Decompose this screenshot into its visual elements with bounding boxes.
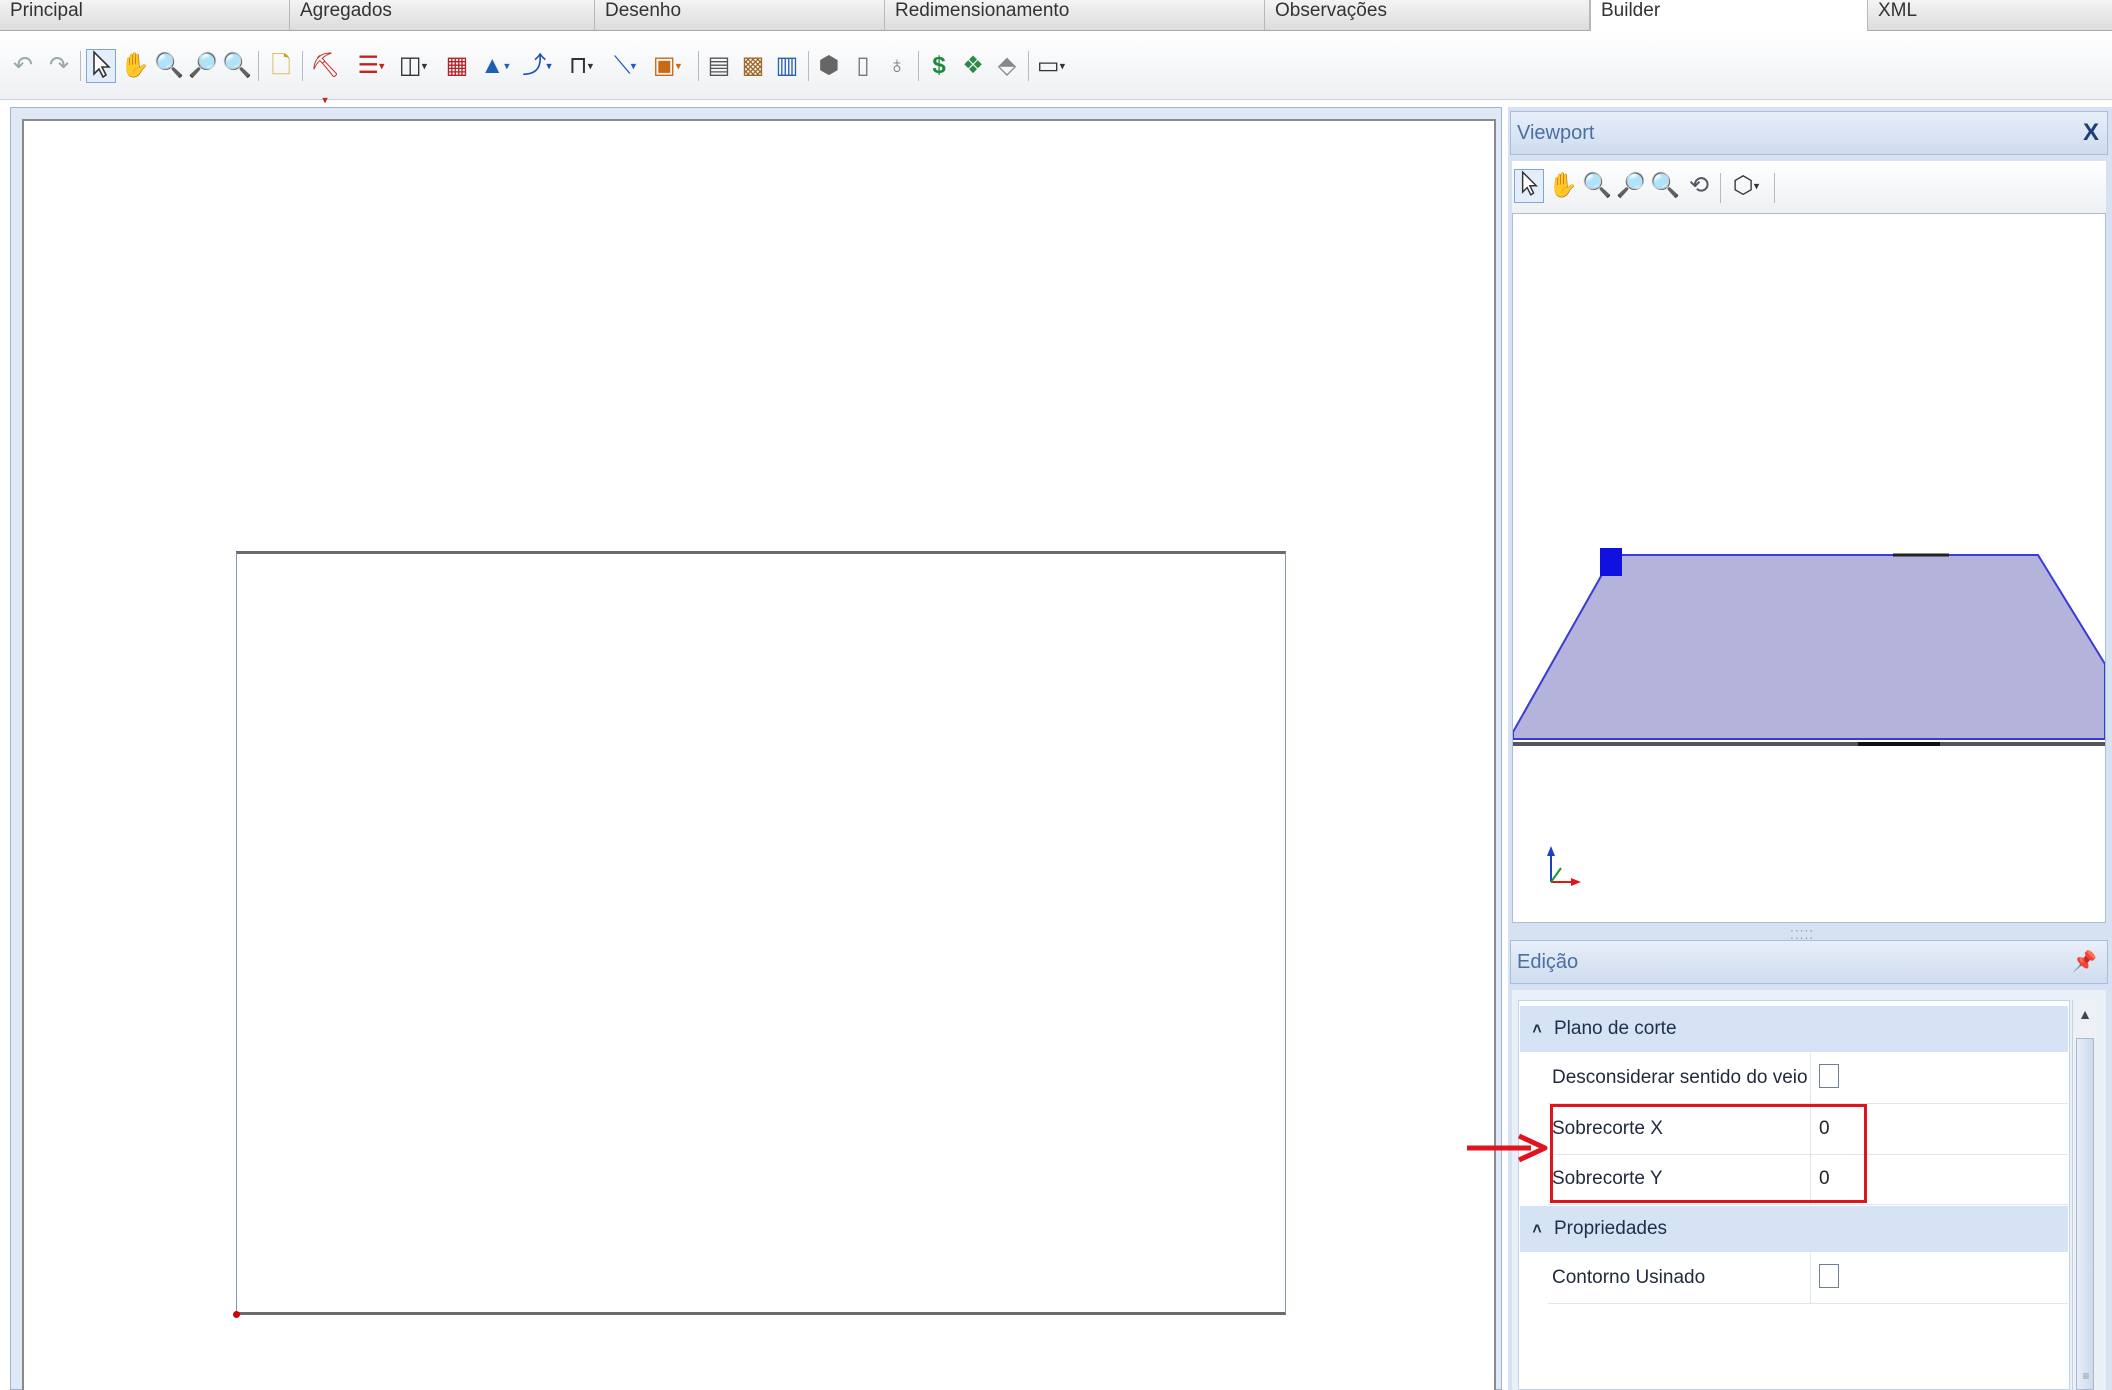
zoom-extents-icon[interactable]: 🔍 xyxy=(222,49,252,83)
viewport-zoom-window-icon[interactable]: 🔎 xyxy=(1616,169,1646,203)
viewport-toolbar: ✋ 🔍 🔎 🔍 ⟲ ⬡▾ xyxy=(1512,161,2106,214)
undo-icon[interactable]: ↶ xyxy=(8,49,38,83)
property-name: Desconsiderar sentido do veio (... xyxy=(1552,1067,1808,1088)
select-pointer-icon[interactable] xyxy=(86,49,116,83)
box-3d-icon[interactable]: ⬢ xyxy=(814,49,844,83)
drill-tool-icon[interactable]: ⛏▾ xyxy=(310,49,340,107)
viewport-zoom-extents-icon[interactable]: 🔍 xyxy=(1650,169,1680,203)
vertical-split-icon[interactable]: ◫▾ xyxy=(398,49,428,83)
annotation-highlight-box xyxy=(1550,1104,1867,1203)
horizontal-split-icon[interactable]: ☰▾ xyxy=(356,49,386,83)
builder-toolbar: ↶ ↷ ✋ 🔍 🔎 🔍 🗋 ⛏▾ ☰▾ ◫▾ ▦ ▲▾ ⤴▾ ⊓▾ ⟍▾ ▣▾ … xyxy=(0,31,2112,107)
layout-icon[interactable]: ▭▾ xyxy=(1036,49,1066,83)
edicao-header: Edição 📌 xyxy=(1510,940,2108,984)
category-propriedades[interactable]: ˄ Propriedades xyxy=(1520,1206,2068,1252)
category-label: Propriedades xyxy=(1554,1218,1668,1239)
panel-outline[interactable] xyxy=(236,551,1286,1315)
category-plano-de-corte[interactable]: ˄ Plano de corte xyxy=(1520,1006,2068,1052)
viewport-pan-hand-icon[interactable]: ✋ xyxy=(1548,169,1578,203)
property-row-desconsiderar-veio[interactable]: Desconsiderar sentido do veio (... xyxy=(1548,1053,2068,1104)
curve-icon[interactable]: ⤴▾ xyxy=(522,49,552,83)
cash-icon[interactable]: ❖ xyxy=(958,49,988,83)
viewport-select-icon[interactable] xyxy=(1514,169,1544,203)
paint-icon[interactable]: ▲▾ xyxy=(480,49,510,83)
viewport-close-button[interactable]: X xyxy=(2083,112,2099,154)
columns-icon[interactable]: ▥ xyxy=(772,49,802,83)
tab-desenho[interactable]: Desenho xyxy=(595,0,885,30)
material-icon[interactable]: ▦ xyxy=(442,49,472,83)
line-icon[interactable]: ⟍▾ xyxy=(610,49,640,83)
contorno-usinado-checkbox[interactable] xyxy=(1819,1263,1839,1288)
scroll-thumb[interactable]: ≡ xyxy=(2076,1038,2094,1390)
scroll-up-arrow-icon[interactable]: ▲ xyxy=(2073,1006,2097,1022)
tab-redimensionamento[interactable]: Redimensionamento xyxy=(885,0,1265,30)
viewport-orbit-icon[interactable]: ⟲ xyxy=(1684,169,1714,203)
property-grid-scrollbar[interactable]: ▲ ≡ xyxy=(2072,1000,2097,1390)
desconsiderar-veio-checkbox[interactable] xyxy=(1819,1063,1839,1088)
tab-principal[interactable]: Principal xyxy=(0,0,290,30)
eraser-icon[interactable]: ⬘ xyxy=(992,49,1022,83)
tab-xml[interactable]: XML xyxy=(1868,0,2112,30)
property-name: Contorno Usinado xyxy=(1552,1267,1706,1288)
viewport-zoom-realtime-icon[interactable]: 🔍 xyxy=(1582,169,1612,203)
frame-icon[interactable]: ⊓▾ xyxy=(566,49,596,83)
grip-icon: ≡ xyxy=(2082,1369,2090,1383)
origin-point xyxy=(233,1311,240,1318)
dollar-icon[interactable]: $ xyxy=(924,49,954,83)
cabinet-icon[interactable]: ▯ xyxy=(848,49,878,83)
viewport-3d-view[interactable] xyxy=(1512,213,2106,923)
chevron-up-icon[interactable]: ˄ xyxy=(1520,1207,1554,1253)
selection-handle[interactable] xyxy=(1600,548,1622,576)
money-bag-icon[interactable]: ♁ xyxy=(882,49,912,83)
new-note-icon[interactable]: 🗋 xyxy=(266,49,296,83)
viewport-title: Viewport xyxy=(1517,122,1595,144)
zoom-window-icon[interactable]: 🔎 xyxy=(188,49,218,83)
edicao-title: Edição xyxy=(1517,951,1579,973)
panel-3d-face xyxy=(1512,554,2106,740)
redo-icon[interactable]: ↷ xyxy=(44,49,74,83)
property-value[interactable] xyxy=(1810,1053,2066,1103)
chevron-up-icon[interactable]: ˄ xyxy=(1520,1007,1554,1053)
ribbon-tab-bar: Principal Agregados Desenho Redimensiona… xyxy=(0,0,2112,31)
viewport-view-cube-icon[interactable]: ⬡▾ xyxy=(1726,169,1766,203)
zoom-realtime-icon[interactable]: 🔍 xyxy=(154,49,184,83)
tab-agregados[interactable]: Agregados xyxy=(290,0,595,30)
grid-icon[interactable]: ▩ xyxy=(738,49,768,83)
tab-builder[interactable]: Builder xyxy=(1590,0,1868,31)
tab-observacoes[interactable]: Observações xyxy=(1265,0,1590,30)
annotation-arrow-icon xyxy=(1467,1133,1548,1163)
cube-insert-icon[interactable]: ▣▾ xyxy=(652,49,682,83)
pin-icon[interactable]: 📌 xyxy=(2072,941,2097,983)
category-label: Plano de corte xyxy=(1554,1018,1677,1039)
property-value[interactable] xyxy=(1810,1253,2066,1303)
property-row-contorno-usinado[interactable]: Contorno Usinado xyxy=(1548,1253,2068,1304)
pan-hand-icon[interactable]: ✋ xyxy=(120,49,150,83)
axis-gizmo-icon xyxy=(1547,846,1581,886)
viewport-3d-scene xyxy=(1512,548,2106,886)
edit-icon[interactable]: ▤ xyxy=(704,49,734,83)
viewport-header: Viewport X xyxy=(1510,111,2108,155)
